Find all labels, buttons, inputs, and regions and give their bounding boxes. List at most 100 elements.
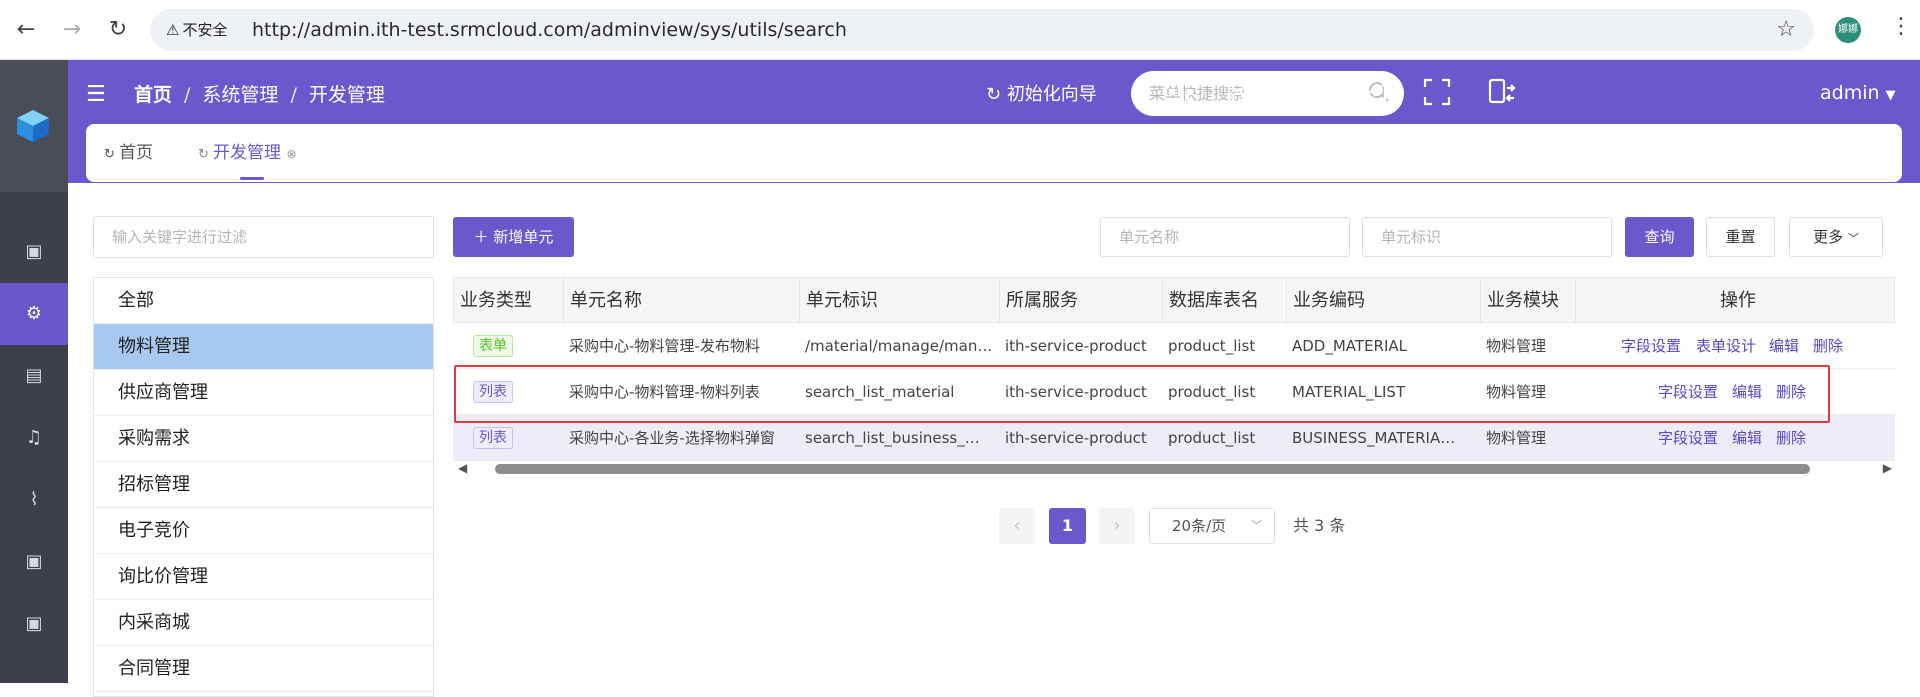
- init-wizard-button[interactable]: ↻ 初始化向导: [986, 80, 1097, 110]
- sidebar-item-building[interactable]: ▤: [0, 345, 68, 407]
- query-button[interactable]: 查询: [1625, 217, 1694, 257]
- sidebar-item-book[interactable]: ▣: [0, 221, 68, 283]
- line-chart-icon[interactable]: [1357, 76, 1389, 108]
- table-header: 业务类型 单元名称 单元标识 所属服务 数据库表名 业务编码 业务模块 操作: [453, 277, 1895, 324]
- chevron-down-icon: ﹀: [1251, 519, 1262, 532]
- sidebar-item-bell[interactable]: ♫: [0, 407, 68, 469]
- breadcrumb: 首页 / 系统管理 / 开发管理: [134, 84, 385, 106]
- col-biz-code: 业务编码: [1287, 278, 1481, 324]
- building-icon: ▤: [25, 365, 43, 386]
- scroll-left-icon[interactable]: ◀: [458, 461, 467, 475]
- plus-icon: ＋: [473, 228, 494, 246]
- book-icon: ▣: [25, 241, 43, 262]
- col-actions: 操作: [1720, 290, 1756, 311]
- close-tab-icon[interactable]: ⊗: [286, 147, 296, 161]
- book-icon: ▣: [25, 551, 43, 572]
- active-tab-indicator: [240, 177, 264, 180]
- highlight-box: [454, 365, 1830, 423]
- refresh-icon: ↻: [104, 147, 120, 162]
- user-menu[interactable]: admin ▼: [1820, 78, 1896, 111]
- book-icon: ▣: [25, 613, 43, 634]
- gear-icon: ⚙: [25, 303, 43, 324]
- refresh-icon: ↻: [986, 84, 1007, 105]
- browser-menu-icon[interactable]: ⋮: [1890, 14, 1912, 39]
- tree-item-bidding[interactable]: 招标管理: [94, 462, 433, 508]
- col-db-table: 数据库表名: [1163, 278, 1287, 324]
- refresh-icon: ↻: [198, 147, 214, 162]
- scrollbar-thumb[interactable]: [495, 464, 1810, 474]
- sidebar-item-attachment[interactable]: ⌇: [0, 469, 68, 531]
- tree-filter-input[interactable]: 输入关键字进行过滤: [93, 216, 434, 258]
- url-text[interactable]: http://admin.ith-test.srmcloud.com/admin…: [252, 9, 847, 51]
- reload-button[interactable]: ↻: [102, 14, 134, 46]
- page-1-button[interactable]: 1: [1049, 508, 1086, 544]
- profile-avatar[interactable]: 娜娜: [1835, 17, 1861, 43]
- col-name: 单元名称: [564, 278, 800, 324]
- tree-item-inquiry[interactable]: 询比价管理: [94, 554, 433, 600]
- tree-item-demand[interactable]: 采购需求: [94, 416, 433, 462]
- back-button[interactable]: ←: [10, 14, 42, 46]
- form-design-link[interactable]: 表单设计: [1696, 323, 1756, 369]
- type-tag: 表单: [473, 335, 513, 357]
- forward-button[interactable]: →: [56, 14, 88, 46]
- tree-item-mall[interactable]: 内采商城: [94, 600, 433, 646]
- breadcrumb-home[interactable]: 首页: [134, 84, 172, 106]
- col-type: 业务类型: [454, 278, 564, 324]
- tree-item-all[interactable]: 全部: [94, 278, 433, 324]
- tabs-bar: ↻ 首页 ↻ 开发管理 ⊗: [86, 124, 1902, 182]
- category-tree: 全部 物料管理 供应商管理 采购需求 招标管理 电子竞价 询比价管理 内采商城 …: [93, 277, 434, 697]
- address-bar[interactable]: ⚠ 不安全 http://admin.ith-test.srmcloud.com/…: [150, 9, 1814, 51]
- tab-home[interactable]: ↻ 首页: [104, 124, 153, 184]
- bell-icon: ♫: [25, 427, 43, 448]
- menu-toggle-icon[interactable]: ☰: [86, 82, 106, 107]
- total-count: 共 3 条: [1293, 516, 1346, 535]
- prev-page-button[interactable]: ‹: [999, 508, 1035, 544]
- logo-cube-icon: [17, 110, 49, 142]
- db-table: product_list: [1168, 337, 1256, 355]
- unit-code-input[interactable]: 单元标识: [1362, 217, 1612, 257]
- switch-icon[interactable]: [1485, 76, 1517, 108]
- tree-item-contract[interactable]: 合同管理: [94, 646, 433, 692]
- horizontal-scrollbar[interactable]: ◀ ▶: [453, 460, 1895, 478]
- chevron-down-icon: ﹀: [1847, 232, 1859, 245]
- dashboard-icon[interactable]: [1229, 76, 1261, 108]
- fullscreen-icon[interactable]: [1421, 76, 1453, 108]
- next-page-button[interactable]: ›: [1099, 508, 1135, 544]
- apps-grid-icon[interactable]: [1165, 76, 1197, 108]
- caret-down-icon: ▼: [1885, 88, 1896, 103]
- more-button[interactable]: 更多 ﹀: [1789, 217, 1883, 257]
- col-service: 所属服务: [1000, 278, 1163, 324]
- page-size-select[interactable]: 20条/页 ﹀: [1149, 508, 1275, 544]
- biz-code: ADD_MATERIAL: [1292, 337, 1408, 355]
- breadcrumb-system[interactable]: 系统管理: [202, 84, 278, 106]
- unit-name: 采购中心-物料管理-发布物料: [569, 337, 760, 355]
- security-indicator[interactable]: ⚠ 不安全: [160, 16, 233, 44]
- scroll-right-icon[interactable]: ▶: [1883, 461, 1892, 475]
- service: ith-service-product: [1005, 337, 1147, 355]
- tab-dev-management[interactable]: ↻ 开发管理 ⊗: [198, 124, 297, 184]
- delete-link[interactable]: 删除: [1813, 323, 1843, 369]
- unit-code: /material/manage/man…: [805, 337, 993, 355]
- sidebar: ▣ ⚙ ▤ ♫ ⌇ ▣ ▣: [0, 60, 68, 683]
- add-unit-button[interactable]: ＋ 新增单元: [453, 217, 574, 257]
- sidebar-item-book-3[interactable]: ▣: [0, 593, 68, 655]
- pie-chart-icon[interactable]: [1293, 76, 1325, 108]
- breadcrumb-dev: 开发管理: [308, 84, 385, 106]
- browser-toolbar: ← → ↻ ⚠ 不安全 http://admin.ith-test.srmclou…: [0, 0, 1920, 60]
- sidebar-item-book-2[interactable]: ▣: [0, 531, 68, 593]
- tree-item-auction[interactable]: 电子竞价: [94, 508, 433, 554]
- type-tag: 列表: [473, 427, 513, 449]
- edit-link[interactable]: 编辑: [1769, 323, 1799, 369]
- paperclip-icon: ⌇: [29, 489, 39, 510]
- reset-button[interactable]: 重置: [1706, 217, 1775, 257]
- sidebar-item-settings[interactable]: ⚙: [0, 283, 68, 345]
- col-code: 单元标识: [800, 278, 1000, 324]
- bookmark-star-icon[interactable]: ☆: [1776, 9, 1796, 51]
- warning-icon: ⚠: [166, 21, 180, 39]
- unit-name-input[interactable]: 单元名称: [1100, 217, 1350, 257]
- col-module: 业务模块: [1481, 278, 1576, 324]
- table-row: 表单 采购中心-物料管理-发布物料 /material/manage/man… …: [453, 323, 1895, 369]
- tree-item-material[interactable]: 物料管理: [94, 324, 433, 370]
- field-settings-link[interactable]: 字段设置: [1621, 323, 1681, 369]
- tree-item-supplier[interactable]: 供应商管理: [94, 370, 433, 416]
